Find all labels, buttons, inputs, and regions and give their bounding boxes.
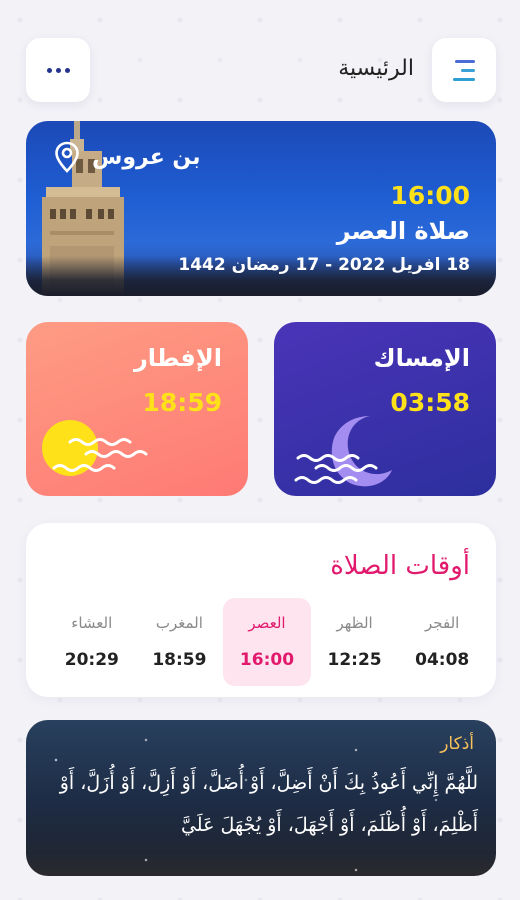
iftar-label: الإفطار xyxy=(133,344,222,372)
prayer-time: 18:59 xyxy=(152,650,207,670)
more-dots-icon xyxy=(46,67,70,73)
prayer-name: العصر xyxy=(248,614,286,632)
next-prayer-name: صلاة العصر xyxy=(336,217,470,245)
location-name: بن عروس xyxy=(92,144,201,170)
prayer-time: 12:25 xyxy=(327,650,382,670)
page-title: الرئيسية xyxy=(338,56,414,81)
date-line: 18 افريل 2022 - 17 رمضان 1442 xyxy=(178,255,470,275)
iftar-time: 18:59 xyxy=(142,388,222,417)
moon-icon xyxy=(294,416,392,487)
prayer-item-asr[interactable]: العصر 16:00 xyxy=(223,598,311,686)
menu-icon xyxy=(453,59,475,81)
location-pin-icon xyxy=(55,141,79,173)
sunset-icon xyxy=(42,420,148,476)
prayer-times-title: أوقات الصلاة xyxy=(330,551,470,581)
imsak-label: الإمساك xyxy=(373,344,470,372)
dhikr-text: للَّهُمَّ إِنِّي أَعُوذُ بِكَ أَنْ أَضِل… xyxy=(59,772,478,836)
prayer-item-isha[interactable]: العشاء 20:29 xyxy=(48,598,136,686)
prayer-name: العشاء xyxy=(71,614,113,632)
prayer-times-list: الفجر 04:08 الظهر 12:25 العصر 16:00 المغ… xyxy=(48,598,486,686)
dhikr-card[interactable]: أذكار للَّهُمَّ إِنِّي أَعُوذُ بِكَ أَنْ… xyxy=(26,720,496,876)
prayer-name: المغرب xyxy=(155,614,203,632)
prayer-name: الظهر xyxy=(336,614,373,632)
prayer-time: 04:08 xyxy=(415,650,470,670)
prayer-item-dhuhr[interactable]: الظهر 12:25 xyxy=(311,598,399,686)
next-prayer-time: 16:00 xyxy=(390,181,470,210)
iftar-card[interactable]: الإفطار 18:59 xyxy=(26,322,248,496)
prayer-time: 20:29 xyxy=(64,650,119,670)
prayer-item-maghrib[interactable]: المغرب 18:59 xyxy=(136,598,224,686)
prayer-times-card: أوقات الصلاة الفجر 04:08 الظهر 12:25 الع… xyxy=(26,523,496,697)
dhikr-title: أذكار xyxy=(440,734,474,754)
prayer-time: 16:00 xyxy=(239,650,295,670)
prayer-item-fajr[interactable]: الفجر 04:08 xyxy=(398,598,486,686)
next-prayer-card[interactable]: بن عروس 16:00 صلاة العصر 18 افريل 2022 -… xyxy=(26,121,496,296)
imsak-card[interactable]: الإمساك 03:58 xyxy=(274,322,496,496)
more-options-button[interactable] xyxy=(26,38,90,102)
prayer-name: الفجر xyxy=(425,614,460,632)
menu-button[interactable] xyxy=(432,38,496,102)
